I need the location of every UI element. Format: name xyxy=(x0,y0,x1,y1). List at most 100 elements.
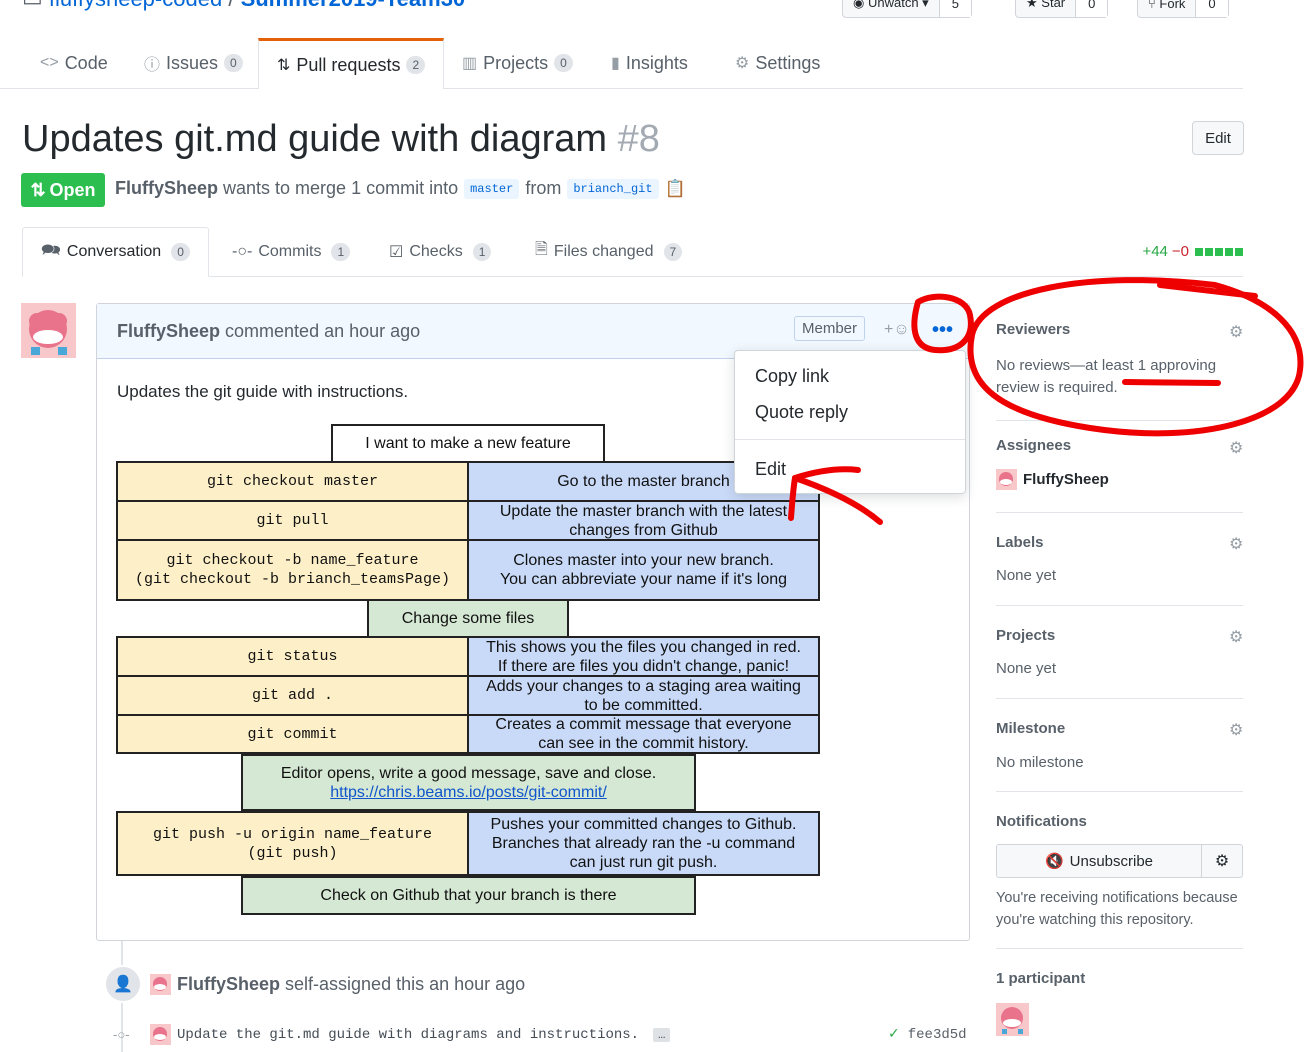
diagram-cmd: git checkout -b name_feature (git checkou… xyxy=(116,539,469,601)
diagram-final: Check on Github that your branch is ther… xyxy=(241,876,696,915)
diffstat: +44 −0 xyxy=(1142,243,1243,260)
assignee[interactable]: FluffySheep xyxy=(996,469,1243,490)
milestone-heading[interactable]: Milestone xyxy=(996,720,1243,737)
eye-icon: ◉ Unwatch ▾ xyxy=(853,0,929,10)
commit-icon: -○- xyxy=(232,242,253,260)
commit-icon: -○- xyxy=(113,1027,130,1042)
avatar[interactable] xyxy=(150,974,171,995)
diagram-desc: Update the master branch with the latest… xyxy=(467,500,820,541)
tab-code[interactable]: <> Code xyxy=(40,38,108,88)
tab-files-changed[interactable]: 🗎 Files changed 7 xyxy=(535,227,683,276)
add-reaction-button[interactable]: +☺ xyxy=(884,321,910,339)
commit-expand-button[interactable]: … xyxy=(653,1027,671,1042)
pr-state-badge: ⇅ Open xyxy=(21,173,105,207)
divider xyxy=(996,605,1243,606)
comment-options-icon[interactable]: ••• xyxy=(932,319,953,342)
pr-number: #8 xyxy=(617,118,660,160)
assignees-gear-icon[interactable]: ⚙ xyxy=(1229,438,1243,458)
project-icon: ▥ xyxy=(462,55,478,72)
pr-author-link[interactable]: FluffySheep xyxy=(115,178,218,199)
repo-header: ▭ fluffysheep-coded / Summer2019-Team30 … xyxy=(0,0,1243,38)
tab-projects[interactable]: ▥ Projects 0 xyxy=(462,38,573,88)
commit-message-link[interactable]: Update the git.md guide with diagrams an… xyxy=(177,1027,639,1043)
commit-sha-link[interactable]: fee3d5d xyxy=(908,1027,967,1043)
tab-conversation[interactable]: 🗪 Conversation 0 xyxy=(22,227,209,277)
comment-author-link[interactable]: FluffySheep xyxy=(117,321,220,341)
commit-sha: ✓ fee3d5d xyxy=(888,1026,967,1043)
divider xyxy=(996,420,1243,421)
check-icon[interactable]: ✓ xyxy=(888,1026,900,1042)
mute-icon: 🔇 xyxy=(1044,853,1064,870)
projects-text: None yet xyxy=(996,660,1057,677)
graph-icon: ▮ xyxy=(611,55,620,72)
comment-author: FluffySheep commented an hour ago xyxy=(117,321,421,341)
reviewers-gear-icon[interactable]: ⚙ xyxy=(1229,322,1243,342)
diagram-desc: Adds your changes to a staging area wait… xyxy=(467,675,820,716)
timeline-event: FluffySheep self-assigned this an hour a… xyxy=(150,974,525,995)
pull-request-icon: ⇅ xyxy=(30,179,46,200)
clipboard-icon[interactable]: 📋 xyxy=(665,179,686,199)
head-branch[interactable]: brianch_git xyxy=(567,178,659,199)
reviewers-heading[interactable]: Reviewers xyxy=(996,321,1243,338)
menu-quote-reply[interactable]: Quote reply xyxy=(755,402,848,423)
notification-settings-gear-icon[interactable]: ⚙ xyxy=(1202,845,1242,877)
diagram-cmd: git commit xyxy=(116,714,469,754)
fork-count[interactable]: 0 xyxy=(1195,0,1228,17)
diffstat-bar xyxy=(1193,243,1243,260)
projects-heading[interactable]: Projects xyxy=(996,627,1243,644)
milestone-gear-icon[interactable]: ⚙ xyxy=(1229,720,1243,740)
repo-name-link[interactable]: Summer2019-Team30 xyxy=(241,0,466,11)
pr-tabnav: 🗪 Conversation 0 -○- Commits 1 ☑ Checks 1 🗎 Fil… xyxy=(22,227,1243,277)
comment-body: Updates the git guide with instructions. xyxy=(117,382,409,401)
smiley-icon: ☺ xyxy=(893,321,910,338)
checklist-icon: ☑ xyxy=(389,243,404,261)
comment-discussion-icon: 🗪 xyxy=(41,241,61,259)
diagram-cmd: git add . xyxy=(116,675,469,716)
star-button[interactable]: ★ Star 0 xyxy=(1015,0,1109,18)
repo-owner-link[interactable]: fluffysheep-coded xyxy=(49,0,222,11)
labels-heading[interactable]: Labels xyxy=(996,534,1243,551)
menu-edit[interactable]: Edit xyxy=(755,459,786,480)
watch-button[interactable]: ◉ Unwatch ▾ 5 xyxy=(842,0,972,18)
labels-gear-icon[interactable]: ⚙ xyxy=(1229,534,1243,554)
diagram-cmd: git status xyxy=(116,636,469,677)
pull-request-icon: ⇅ xyxy=(277,57,291,74)
edit-title-button[interactable]: Edit xyxy=(1192,121,1244,155)
diagram-desc: Creates a commit message that everyone ca… xyxy=(467,714,820,754)
avatar xyxy=(996,469,1017,490)
unsubscribe-button[interactable]: 🔇 Unsubscribe xyxy=(997,845,1202,877)
diagram-desc: This shows you the files you changed in … xyxy=(467,636,820,677)
star-count[interactable]: 0 xyxy=(1075,0,1108,17)
diagram-link[interactable]: https://chris.beams.io/posts/git-commit/ xyxy=(330,783,607,802)
diagram-editor: Editor opens, write a good message, save… xyxy=(241,754,696,811)
tab-commits[interactable]: -○- Commits 1 xyxy=(232,227,351,276)
notifications-heading: Notifications xyxy=(996,813,1087,830)
star-icon: ★ Star xyxy=(1026,0,1066,10)
menu-copy-link[interactable]: Copy link xyxy=(755,366,829,387)
base-branch[interactable]: master xyxy=(464,178,520,199)
assignees-heading[interactable]: Assignees xyxy=(996,437,1243,454)
diagram-cmd: git checkout master xyxy=(116,461,469,502)
tab-settings[interactable]: ⚙ Settings xyxy=(735,38,820,88)
milestone-text: No milestone xyxy=(996,754,1084,771)
reviewers-text: No reviews—at least 1 approving review is… xyxy=(996,357,1217,396)
issue-icon: ⓘ xyxy=(144,57,161,74)
projects-gear-icon[interactable]: ⚙ xyxy=(1229,627,1243,647)
tab-checks[interactable]: ☑ Checks 1 xyxy=(389,227,492,276)
watch-count[interactable]: 5 xyxy=(938,0,971,17)
pr-meta: FluffySheep wants to merge 1 commit into… xyxy=(115,178,686,199)
labels-text: None yet xyxy=(996,567,1057,584)
divider xyxy=(996,791,1243,792)
avatar[interactable] xyxy=(150,1024,171,1045)
participants-heading: 1 participant xyxy=(996,970,1086,987)
tab-pull-requests[interactable]: ⇅ Pull requests 2 xyxy=(258,38,445,89)
event-actor-link[interactable]: FluffySheep xyxy=(177,974,280,995)
avatar[interactable] xyxy=(21,303,76,358)
unsubscribe-group: 🔇 Unsubscribe ⚙ xyxy=(996,844,1243,878)
tab-insights[interactable]: ▮ Insights xyxy=(611,38,688,88)
divider xyxy=(996,512,1243,513)
repo-icon: ▭ xyxy=(22,0,49,11)
fork-button[interactable]: ⑂ Fork 0 xyxy=(1137,0,1229,18)
participant-avatar[interactable] xyxy=(996,1003,1029,1036)
tab-issues[interactable]: ⓘ Issues 0 xyxy=(144,38,243,88)
